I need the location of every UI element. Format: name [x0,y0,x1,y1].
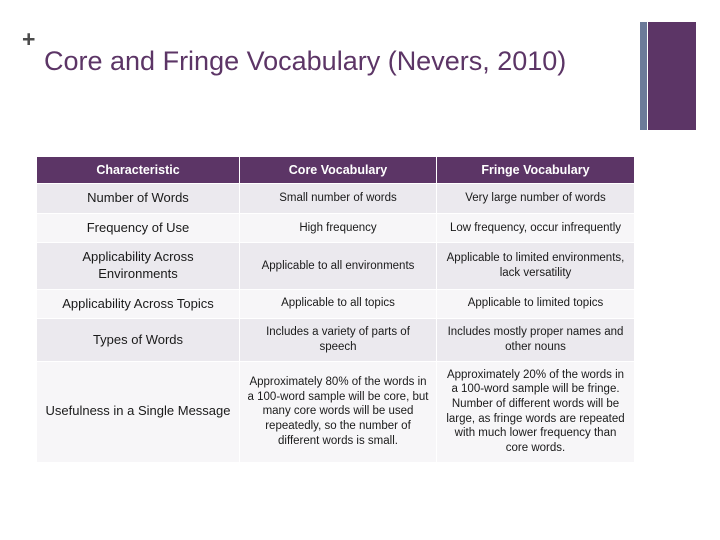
table-row: Number of Words Small number of words Ve… [36,183,635,214]
column-header-fringe-vocabulary: Fringe Vocabulary [436,156,635,184]
fringe-cell: Applicable to limited topics [436,288,635,320]
fringe-cell: Applicable to limited environments, lack… [436,242,635,290]
table-row: Usefulness in a Single Message Approxima… [36,360,635,463]
fringe-cell: Very large number of words [436,183,635,214]
fringe-cell: Includes mostly proper names and other n… [436,318,635,362]
fringe-cell: Low frequency, occur infrequently [436,212,635,244]
table-row: Applicability Across Topics Applicable t… [36,288,635,320]
core-cell: Small number of words [239,183,437,214]
core-cell: High frequency [239,212,437,244]
table-header-row: Characteristic Core Vocabulary Fringe Vo… [36,156,635,184]
decorative-purple-bar [648,22,696,130]
table-row: Frequency of Use High frequency Low freq… [36,212,635,244]
page-title: Core and Fringe Vocabulary (Nevers, 2010… [44,46,567,76]
decorative-slate-bar [640,22,647,130]
row-label: Frequency of Use [36,212,240,244]
plus-icon: + [22,26,36,52]
table-row: Types of Words Includes a variety of par… [36,318,635,362]
core-cell: Applicable to all topics [239,288,437,320]
fringe-cell: Approximately 20% of the words in a 100-… [436,360,635,463]
core-cell: Approximately 80% of the words in a 100-… [239,360,437,463]
row-label: Usefulness in a Single Message [36,360,240,463]
column-header-core-vocabulary: Core Vocabulary [239,156,437,184]
slide-canvas: + Core and Fringe Vocabulary (Nevers, 20… [0,0,720,540]
row-label: Types of Words [36,318,240,362]
row-label: Applicability Across Environments [36,242,240,290]
column-header-characteristic: Characteristic [36,156,240,184]
core-cell: Includes a variety of parts of speech [239,318,437,362]
row-label: Number of Words [36,183,240,214]
row-label: Applicability Across Topics [36,288,240,320]
vocabulary-comparison-table: Characteristic Core Vocabulary Fringe Vo… [36,156,635,463]
core-cell: Applicable to all environments [239,242,437,290]
table-row: Applicability Across Environments Applic… [36,242,635,290]
